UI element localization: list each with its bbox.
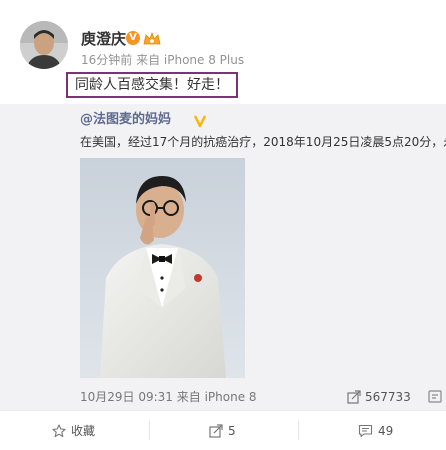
verified-icon: V bbox=[126, 31, 140, 45]
repost-share-count: 567733 bbox=[365, 390, 411, 404]
post-time-source: 16分钟前 来自 iPhone 8 Plus bbox=[81, 53, 245, 67]
comment-button[interactable]: 49 bbox=[358, 411, 393, 450]
share-icon bbox=[347, 390, 361, 404]
repost-photo[interactable] bbox=[80, 158, 245, 378]
post-text: 同龄人百感交集！好走！ bbox=[66, 72, 238, 98]
avatar-photo bbox=[20, 21, 68, 69]
share-icon bbox=[209, 423, 223, 438]
repost-text: 在美国，经过17个月的抗癌治疗，2018年10月25日凌晨5点20分，永 bbox=[80, 135, 446, 149]
comment-count: 49 bbox=[378, 423, 394, 438]
comment-icon bbox=[358, 424, 373, 438]
action-divider bbox=[149, 421, 150, 440]
favorite-button[interactable]: 收藏 bbox=[52, 411, 95, 450]
verified-icon bbox=[193, 113, 207, 128]
favorite-label: 收藏 bbox=[71, 424, 96, 438]
author-avatar[interactable] bbox=[20, 21, 68, 69]
action-divider bbox=[298, 421, 299, 440]
share-button[interactable]: 5 bbox=[209, 411, 236, 450]
repost-block[interactable]: @法图麦的妈妈 在美国，经过17个月的抗癌治疗，2018年10月25日凌晨5点2… bbox=[0, 104, 446, 410]
star-icon bbox=[52, 423, 66, 438]
action-bar: 收藏 5 49 bbox=[0, 410, 446, 450]
author-name[interactable]: 庾澄庆 bbox=[81, 30, 126, 48]
repost-time-source: 10月29日 09:31 来自 iPhone 8 bbox=[80, 390, 257, 404]
vip-crown-icon bbox=[143, 31, 161, 45]
repost-share-button[interactable]: 567733 bbox=[347, 389, 411, 405]
weibo-post-card: 庾澄庆 V 16分钟前 来自 iPhone 8 Plus 同龄人百感交集！好走！… bbox=[0, 0, 446, 450]
repost-author-link[interactable]: @法图麦的妈妈 bbox=[80, 112, 171, 128]
share-count: 5 bbox=[228, 423, 236, 438]
repost-more-icon[interactable] bbox=[426, 389, 446, 405]
